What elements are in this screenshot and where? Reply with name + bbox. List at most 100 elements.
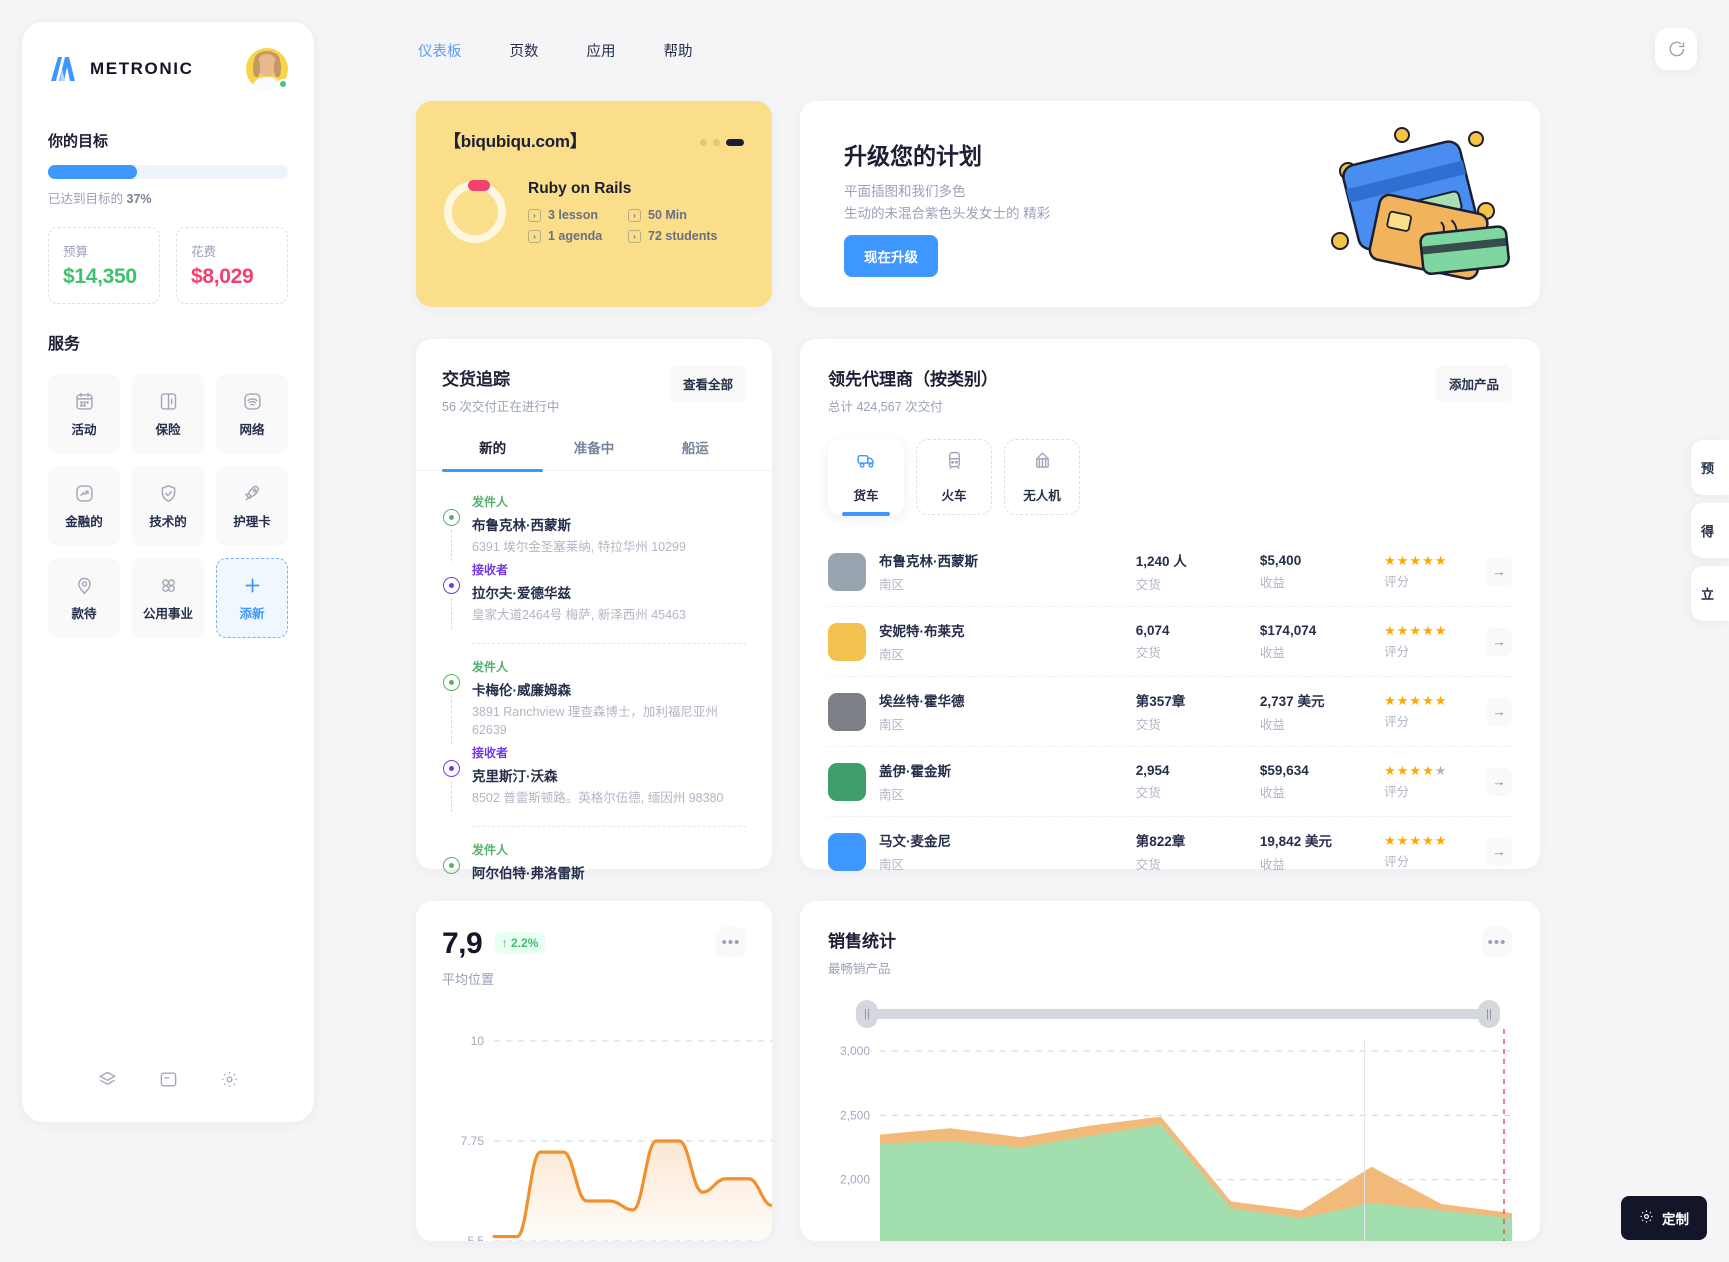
- service-tile-5[interactable]: 护理卡: [216, 466, 288, 546]
- drone-icon: [1032, 450, 1053, 476]
- star-icon: ★: [1409, 692, 1422, 708]
- service-tile-8[interactable]: 添新: [216, 558, 288, 638]
- upgrade-title: 升级您的计划: [844, 143, 982, 169]
- service-tile-4[interactable]: 技术的: [132, 466, 204, 546]
- table-row[interactable]: 布鲁克林·西蒙斯 南区 1,240 人 交货 $5,400 收益 ★ ★ ★ ★ ★ 评…: [828, 537, 1512, 606]
- agent-delivery-caption: 交货: [1135, 645, 1161, 660]
- agent-delivery-caption: 交货: [1135, 858, 1161, 872]
- arrow-right-icon[interactable]: →: [1486, 767, 1512, 796]
- table-row[interactable]: 埃丝特·霍华德 南区 第357章 交货 2,737 美元 收益 ★ ★ ★ ★ ★ 评分…: [828, 676, 1512, 746]
- brand[interactable]: METRONIC: [48, 55, 193, 83]
- dots-icon[interactable]: •••: [1482, 927, 1512, 957]
- arrow-right-icon[interactable]: →: [1486, 837, 1512, 866]
- rating-stars: ★ ★ ★ ★ ★: [1384, 764, 1486, 777]
- arrow-right-icon[interactable]: →: [1486, 557, 1512, 586]
- service-tile-3[interactable]: 金融的: [48, 466, 120, 546]
- timeline-body: 接收者 拉尔夫·爱德华兹 皇家大道2464号 梅萨, 新泽西州 45463: [472, 561, 746, 629]
- table-row[interactable]: 安妮特·布莱克 南区 6,074 交货 $174,074 收益 ★ ★ ★ ★ ★ 评分…: [828, 606, 1512, 676]
- pager-dot-active[interactable]: [726, 139, 744, 146]
- delivery-tab-1[interactable]: 准备中: [543, 437, 644, 470]
- timeline-kind-label: 接收者: [472, 746, 509, 760]
- stat-budget: 预算 $14,350: [48, 227, 160, 304]
- timeline-person-name: 拉尔夫·爱德华兹: [472, 585, 571, 601]
- course-card-title: 【biqubiqu.com】: [444, 132, 587, 151]
- service-tile-label: 公用事业: [142, 606, 193, 621]
- arrow-right-icon[interactable]: →: [1486, 697, 1512, 726]
- agent-revenue-value: $174,074: [1259, 622, 1317, 638]
- book-icon: [158, 391, 179, 412]
- delivery-title: 交货追踪: [442, 370, 510, 389]
- calendar-icon: [74, 391, 95, 412]
- upgrade-now-button[interactable]: 现在升级: [844, 235, 938, 277]
- rating-stars: ★ ★ ★ ★ ★: [1384, 554, 1486, 567]
- sales-range-slider[interactable]: || ||: [856, 1000, 1500, 1028]
- agent-revenue-caption: 收益: [1259, 645, 1285, 660]
- course-card-pager[interactable]: [700, 139, 744, 146]
- nav-item-1[interactable]: 页数: [502, 36, 547, 65]
- goal-title: 你的目标: [48, 133, 109, 150]
- view-all-button[interactable]: 查看全部: [669, 365, 746, 402]
- service-tile-6[interactable]: 款待: [48, 558, 120, 638]
- wifi-icon: [242, 391, 263, 412]
- service-tile-label: 保险: [155, 422, 181, 437]
- table-row[interactable]: 马文·麦金尼 南区 第822章 交货 19,842 美元 收益 ★ ★ ★ ★ ★ 评分…: [828, 816, 1512, 886]
- layers-icon[interactable]: [98, 1070, 117, 1094]
- table-row[interactable]: 盖伊·霍金斯 南区 2,954 交货 $59,634 收益 ★ ★ ★ ★ ★ 评分 →: [828, 746, 1512, 816]
- nav-item-2[interactable]: 应用: [579, 36, 624, 65]
- services-title: 服务: [48, 336, 81, 353]
- gear-icon[interactable]: [220, 1070, 239, 1094]
- agents-card-header: 领先代理商（按类别） 总计 424,567 次交付 添加产品: [828, 365, 1512, 415]
- goal-progress-text: 已达到目标的: [48, 192, 124, 206]
- sidebar-header: METRONIC: [48, 48, 288, 90]
- note-icon[interactable]: [159, 1070, 178, 1094]
- slider-handle-left[interactable]: ||: [856, 1000, 878, 1028]
- timeline-entry-2: 发件人 卡梅伦·威廉姆森 3891 Ranchview 理查森博士，加利福尼亚州…: [442, 658, 746, 744]
- delivery-tab-2[interactable]: 船运: [645, 437, 746, 470]
- transport-mode-0[interactable]: 货车: [828, 439, 904, 516]
- stat-spent: 花费 $8,029: [176, 227, 288, 304]
- star-icon: ★: [1422, 552, 1434, 568]
- star-icon: ★: [1396, 832, 1409, 848]
- transport-mode-2[interactable]: 无人机: [1004, 439, 1080, 515]
- slider-handle-right[interactable]: ||: [1478, 1000, 1500, 1028]
- map-pin-icon: [74, 575, 95, 596]
- dots-icon[interactable]: •••: [716, 927, 746, 957]
- side-panel-item-2[interactable]: 立: [1691, 566, 1729, 621]
- star-icon: ★: [1409, 552, 1422, 568]
- timeline-rail: [442, 841, 460, 886]
- position-delta-badge: ↑ 2.2%: [494, 932, 546, 954]
- truck-icon: [856, 450, 877, 476]
- agent-revenue-caption: 收益: [1259, 718, 1285, 732]
- service-tile-1[interactable]: 保险: [132, 374, 204, 454]
- course-meta-0: › 3 lesson: [528, 208, 628, 222]
- budget-stats: 预算 $14,350 花费 $8,029: [48, 227, 288, 304]
- goal-progress-bar: [48, 165, 288, 179]
- chat-icon[interactable]: [1655, 28, 1697, 70]
- timeline-body: 发件人 阿尔伯特·弗洛雷斯: [472, 841, 746, 886]
- side-panel-item-1[interactable]: 得: [1691, 503, 1729, 558]
- add-product-button[interactable]: 添加产品: [1435, 365, 1512, 402]
- train-icon: [944, 450, 965, 476]
- service-tile-0[interactable]: 活动: [48, 374, 120, 454]
- avatar[interactable]: [246, 48, 288, 90]
- leading-agents-card: 领先代理商（按类别） 总计 424,567 次交付 添加产品 货车 火车 无人机…: [800, 339, 1540, 872]
- metronic-logo-icon: [48, 55, 78, 83]
- arrow-right-icon[interactable]: →: [1486, 627, 1512, 656]
- service-tile-7[interactable]: 公用事业: [132, 558, 204, 638]
- nav-item-3[interactable]: 帮助: [656, 36, 701, 65]
- customize-button[interactable]: 定制: [1621, 1196, 1707, 1240]
- chevron-right-box-icon: ›: [528, 208, 541, 222]
- pager-dot[interactable]: [700, 139, 707, 146]
- sales-statistics-card: 销售统计 最畅销产品 ••• || || 3,000 2,500 2,000: [800, 901, 1540, 1241]
- service-tile-2[interactable]: 网络: [216, 374, 288, 454]
- nav-item-0[interactable]: 仪表板: [410, 36, 470, 65]
- timeline-entry-4: 发件人 阿尔伯特·弗洛雷斯: [442, 841, 746, 886]
- pager-dot[interactable]: [713, 139, 720, 146]
- sidebar-footer: [22, 1070, 314, 1094]
- agent-region: 南区: [879, 648, 905, 662]
- transport-mode-1[interactable]: 火车: [916, 439, 992, 515]
- side-panel-item-0[interactable]: 预: [1691, 440, 1729, 495]
- agent-revenue-caption: 收益: [1259, 575, 1285, 590]
- delivery-tab-0[interactable]: 新的: [442, 437, 544, 472]
- timeline-address: 6391 埃尔金圣塞莱纳, 特拉华州 10299: [472, 540, 686, 554]
